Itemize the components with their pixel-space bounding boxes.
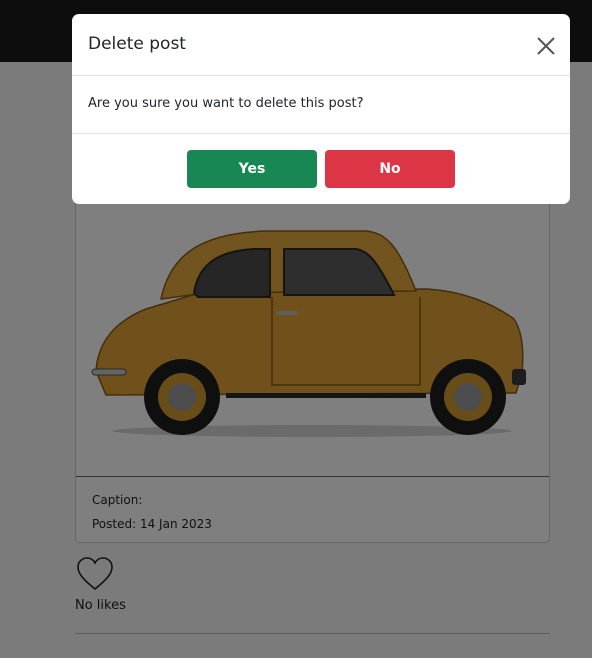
modal-message: Are you sure you want to delete this pos… <box>88 96 364 111</box>
modal-title: Delete post <box>88 34 186 54</box>
delete-post-modal: Delete post Are you sure you want to del… <box>72 14 570 204</box>
yes-button[interactable]: Yes <box>187 150 317 188</box>
no-button[interactable]: No <box>325 150 455 188</box>
close-icon <box>537 37 555 55</box>
modal-header: Delete post <box>72 14 570 76</box>
modal-body: Are you sure you want to delete this pos… <box>72 76 570 134</box>
close-button[interactable] <box>534 34 558 58</box>
